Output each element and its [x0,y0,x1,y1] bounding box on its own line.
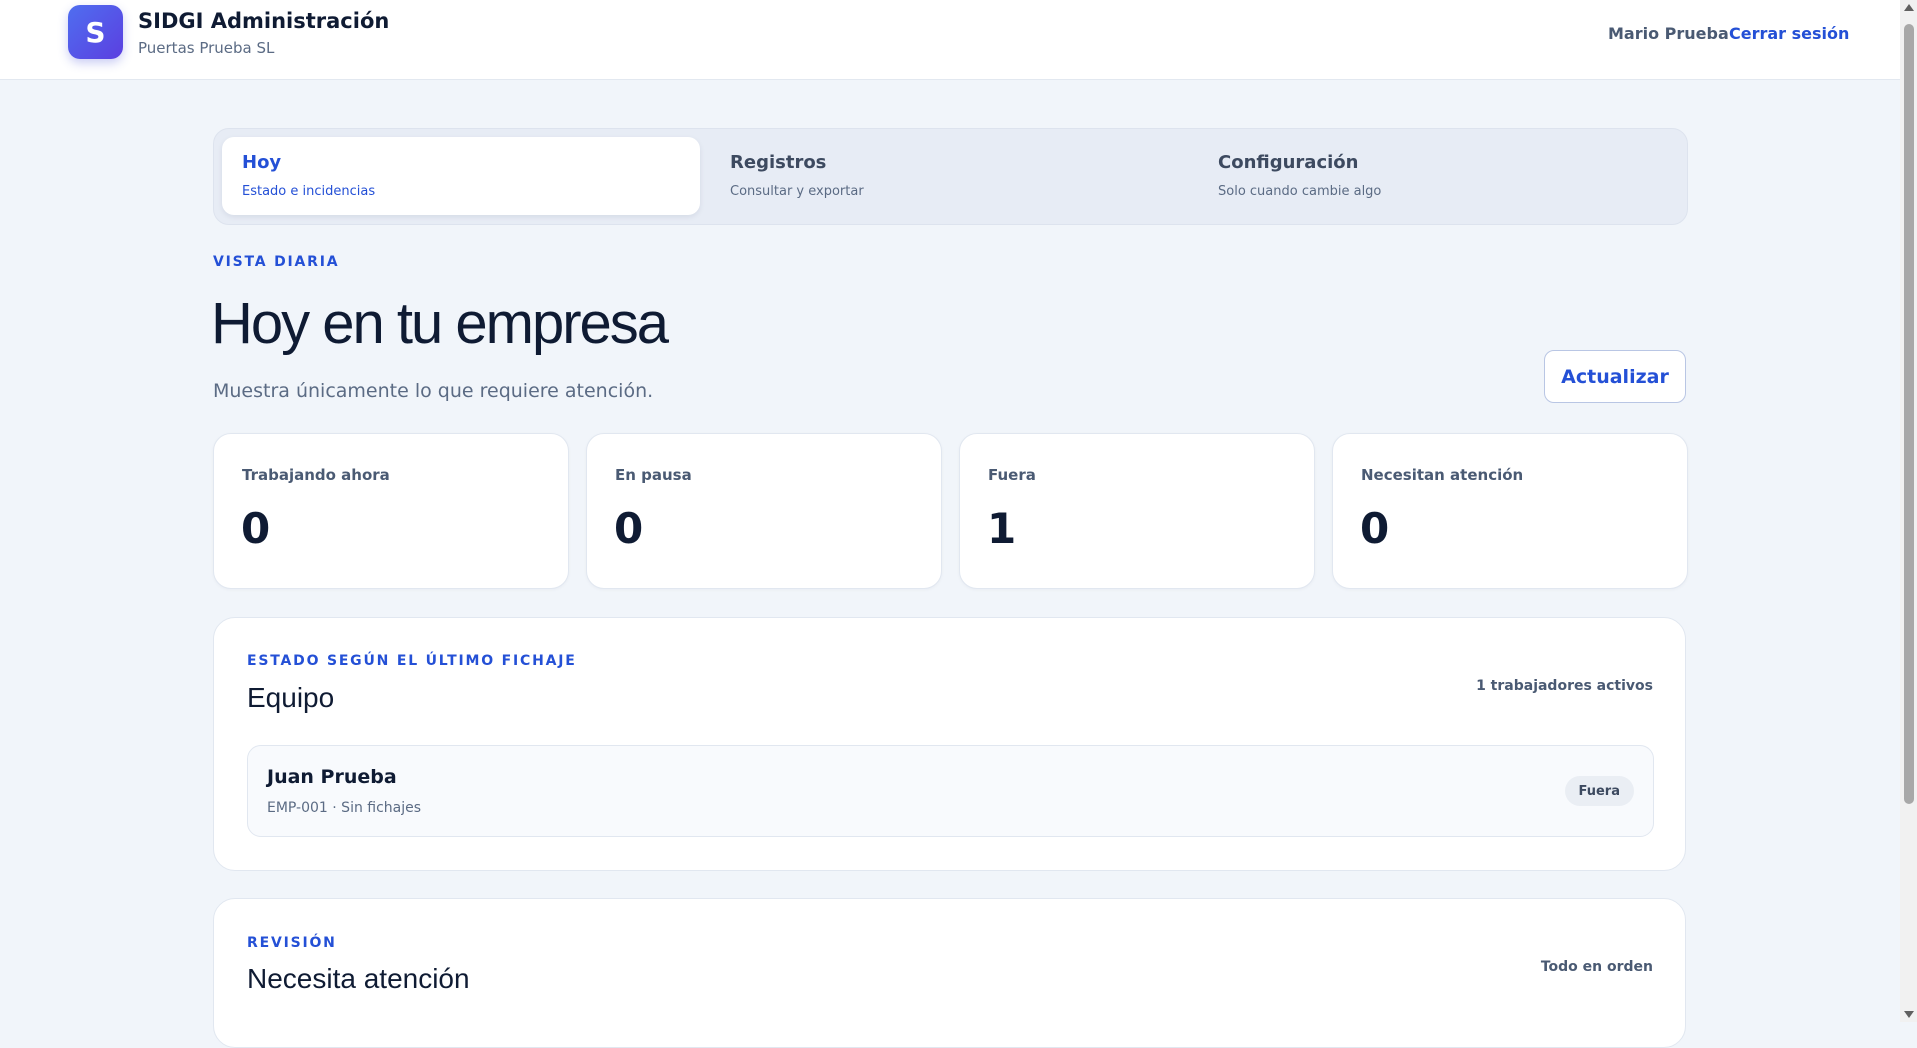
scroll-thumb[interactable] [1904,24,1914,804]
tab-label: Registros [730,152,827,173]
app-logo[interactable]: S [68,5,123,59]
stat-card-working: Trabajando ahora 0 [213,433,569,589]
review-eyebrow: REVISIÓN [247,935,337,951]
refresh-button[interactable]: Actualizar [1544,350,1686,403]
page-eyebrow: VISTA DIARIA [213,254,340,270]
logout-link[interactable]: Cerrar sesión [1729,24,1849,43]
tab-hoy[interactable]: Hoy Estado e incidencias [222,137,700,215]
team-eyebrow: ESTADO SEGÚN EL ÚLTIMO FICHAJE [247,653,577,669]
stat-value: 1 [987,504,1017,553]
team-card: ESTADO SEGÚN EL ÚLTIMO FICHAJE Equipo 1 … [213,617,1686,871]
stat-value: 0 [614,504,644,553]
scroll-down-arrow-icon[interactable] [1904,1011,1914,1018]
status-badge: Fuera [1564,776,1634,806]
company-name: Puertas Prueba SL [138,39,275,57]
page-title: Hoy en tu empresa [211,291,669,356]
stat-label: Necesitan atención [1361,466,1524,484]
stat-value: 0 [241,504,271,553]
section-tabs: Hoy Estado e incidencias Registros Consu… [213,128,1688,225]
tab-label: Hoy [242,152,282,173]
team-count: 1 trabajadores activos [1476,678,1653,694]
user-name: Mario Prueba [1608,24,1729,43]
tab-subtitle: Consultar y exportar [730,184,864,199]
app-title: SIDGI Administración [138,9,390,33]
employee-row[interactable]: Juan Prueba EMP-001 · Sin fichajes Fuera [247,745,1654,837]
tab-subtitle: Estado e incidencias [242,184,376,199]
employee-name: Juan Prueba [267,766,397,788]
page-scrollbar[interactable] [1900,0,1917,1022]
top-header: S SIDGI Administración Puertas Prueba SL… [0,0,1900,80]
stat-value: 0 [1360,504,1390,553]
stat-label: Fuera [988,466,1036,484]
stat-label: En pausa [615,466,692,484]
tab-registros[interactable]: Registros Consultar y exportar [710,137,1188,215]
review-status: Todo en orden [1540,959,1653,975]
tab-label: Configuración [1218,152,1359,173]
stat-card-out: Fuera 1 [959,433,1315,589]
stat-label: Trabajando ahora [242,466,390,484]
page-description: Muestra únicamente lo que requiere atenc… [213,380,654,402]
employee-meta: EMP-001 · Sin fichajes [267,800,422,816]
tab-subtitle: Solo cuando cambie algo [1218,184,1382,199]
tab-configuracion[interactable]: Configuración Solo cuando cambie algo [1198,137,1676,215]
stat-card-attention: Necesitan atención 0 [1332,433,1688,589]
team-title: Equipo [247,682,335,713]
review-title: Necesita atención [247,963,470,994]
scroll-up-arrow-icon[interactable] [1904,4,1914,11]
review-card: REVISIÓN Necesita atención Todo en orden [213,898,1686,1048]
stat-card-paused: En pausa 0 [586,433,942,589]
